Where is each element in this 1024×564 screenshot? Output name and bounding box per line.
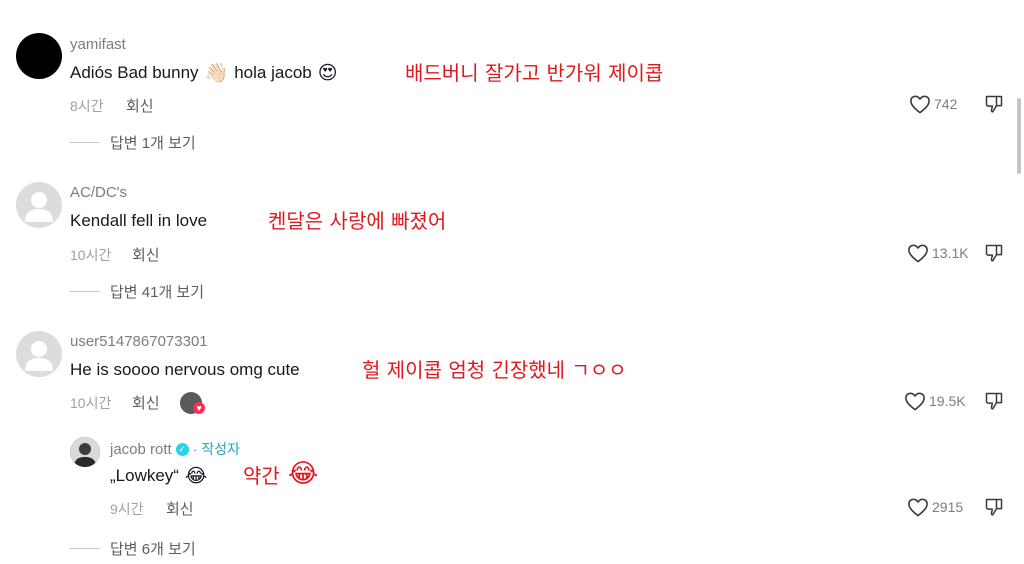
comment-time: 10시간	[70, 247, 112, 263]
reply-button[interactable]: 회신	[132, 392, 160, 413]
translation-annotation: 헐 제이콥 엄청 긴장했네 ㄱㅇㅇ	[362, 358, 627, 382]
reply-button[interactable]: 회신	[126, 95, 154, 116]
author-avatar[interactable]	[70, 437, 100, 467]
default-avatar-icon	[25, 192, 53, 222]
reply-text-part: „Lowkey“	[110, 466, 179, 485]
thumbs-down-icon	[985, 95, 1003, 113]
comment-text: Kendall fell in love	[70, 211, 208, 230]
like-count: 13.1K	[932, 245, 969, 261]
translation-text: 약간	[243, 463, 280, 488]
view-replies-button[interactable]: 답변 41개 보기	[70, 281, 204, 302]
dislike-button[interactable]	[984, 94, 1004, 119]
heart-eyes-emoji-icon: 😍	[317, 61, 338, 84]
view-replies-label: 답변 41개 보기	[110, 284, 205, 301]
waving-hand-emoji-icon: 👋🏻	[204, 62, 229, 84]
like-count: 2915	[932, 499, 964, 515]
thumbs-down-icon	[985, 392, 1003, 410]
laughing-tears-emoji-icon: 😂	[184, 465, 208, 487]
author-username-row[interactable]: jacob rott ✓ · 작성자	[110, 439, 240, 459]
thumbs-down-icon	[985, 498, 1003, 516]
author-avatar-icon	[70, 437, 100, 467]
heart-badge-icon: ♥	[193, 402, 205, 414]
avatar[interactable]	[16, 33, 62, 79]
dislike-button[interactable]	[984, 497, 1004, 522]
reply-time: 9시간	[110, 501, 144, 517]
divider-line	[70, 142, 100, 143]
default-avatar-icon	[25, 341, 53, 371]
view-replies-label: 답변 6개 보기	[110, 541, 196, 558]
thumbs-down-icon	[985, 244, 1003, 262]
reply-button[interactable]: 회신	[132, 244, 160, 265]
view-replies-label: 답변 1개 보기	[110, 135, 196, 152]
comment-text: He is soooo nervous omg cute	[70, 360, 300, 379]
comment-text: Adiós Bad bunny 👋🏻 hola jacob 😍	[70, 61, 338, 85]
heart-outline-icon	[910, 95, 930, 114]
avatar[interactable]	[16, 331, 62, 377]
reply-button[interactable]: 회신	[166, 498, 194, 519]
heart-outline-icon	[908, 498, 928, 517]
like-button[interactable]: 13.1K	[907, 243, 969, 263]
divider-line	[70, 548, 100, 549]
avatar[interactable]	[16, 182, 62, 228]
heart-outline-icon	[908, 244, 928, 263]
verified-badge-icon: ✓	[175, 442, 189, 456]
comment-text-part: hola jacob	[234, 62, 312, 82]
like-count: 19.5K	[929, 393, 966, 409]
view-replies-button[interactable]: 답변 6개 보기	[70, 538, 196, 559]
author-tag: 작성자	[201, 441, 241, 457]
like-button[interactable]: 19.5K	[904, 391, 966, 411]
like-count: 742	[934, 96, 958, 112]
comment-time: 10시간	[70, 395, 112, 411]
comment-username[interactable]: yamifast	[70, 36, 126, 53]
comment-time: 8시간	[70, 98, 104, 114]
view-replies-button[interactable]: 답변 1개 보기	[70, 132, 196, 153]
like-button[interactable]: 742	[909, 94, 957, 114]
translation-annotation: 켄달은 사랑에 빠졌어	[268, 209, 447, 233]
author-username: jacob rott	[110, 440, 172, 458]
like-button[interactable]: 2915	[907, 497, 963, 517]
translation-annotation: 약간 😂	[243, 459, 318, 489]
scrollbar[interactable]	[1017, 98, 1021, 174]
comment-text-part: Adiós Bad bunny	[70, 62, 199, 82]
heart-outline-icon	[905, 392, 925, 411]
translation-annotation: 배드버니 잘가고 반가워 제이콥	[405, 61, 664, 85]
author-separator: ·	[192, 441, 198, 457]
dislike-button[interactable]	[984, 243, 1004, 268]
creator-liked-badge: ♥	[180, 392, 206, 416]
dislike-button[interactable]	[984, 391, 1004, 416]
reply-text: „Lowkey“ 😂	[110, 465, 207, 487]
laughing-tears-emoji-icon: 😂	[287, 459, 319, 489]
divider-line	[70, 291, 100, 292]
comment-username[interactable]: AC/DC's	[70, 184, 127, 201]
comment-username[interactable]: user5147867073301	[70, 333, 208, 350]
